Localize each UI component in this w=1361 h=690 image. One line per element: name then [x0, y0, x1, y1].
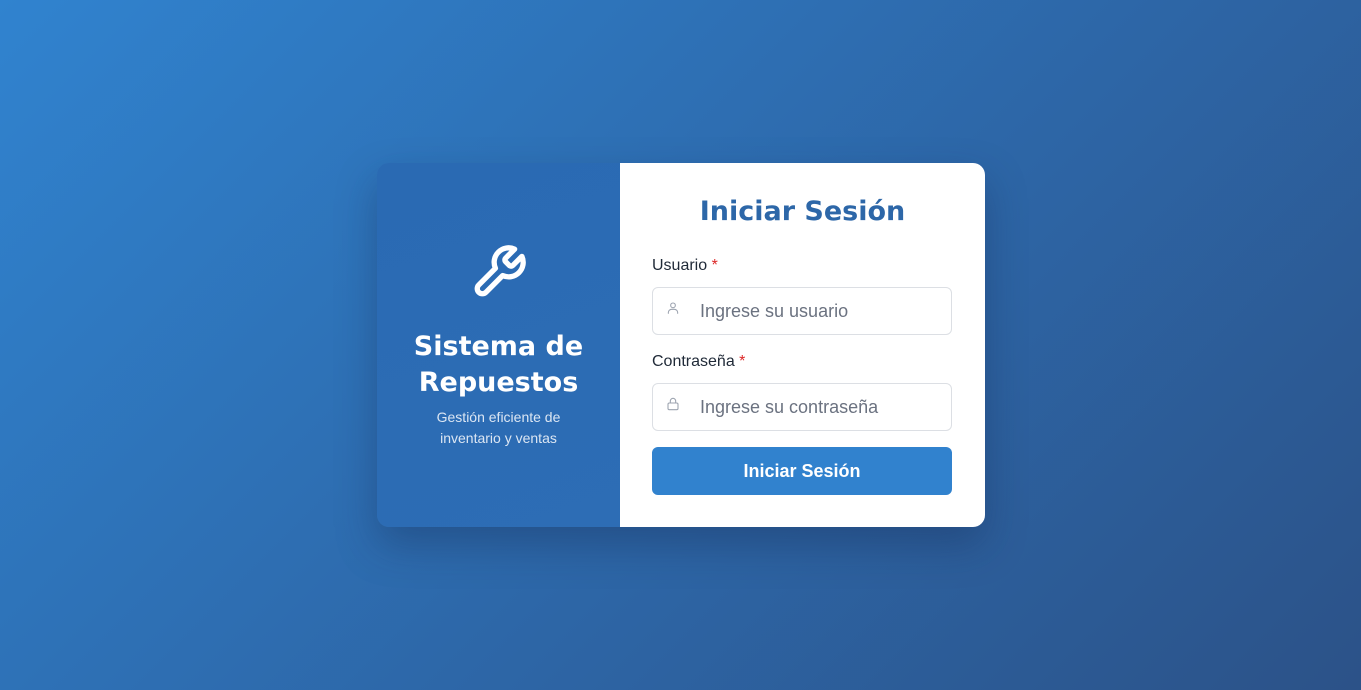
login-form: Iniciar Sesión Usuario * Contraseña * In…	[620, 163, 985, 527]
brand-panel: Sistema de Repuestos Gestión eficiente de…	[377, 163, 620, 527]
username-field	[652, 287, 952, 335]
brand-subtitle: Gestión eficiente de inventario y ventas	[436, 409, 561, 446]
password-field	[652, 383, 952, 431]
required-mark: *	[711, 257, 718, 274]
user-icon	[667, 302, 679, 314]
brand-title: Sistema de Repuestos	[413, 331, 584, 398]
username-input[interactable]	[700, 288, 940, 334]
login-card: Sistema de Repuestos Gestión eficiente de…	[377, 163, 985, 527]
password-label: Contraseña *	[652, 353, 746, 370]
login-title: Iniciar Sesión	[699, 196, 906, 227]
wrench-icon	[474, 245, 526, 297]
lock-icon	[667, 397, 679, 411]
username-label: Usuario *	[652, 257, 718, 274]
required-mark: *	[739, 353, 746, 370]
password-input[interactable]	[700, 384, 940, 430]
login-button[interactable]: Iniciar Sesión	[652, 447, 952, 495]
